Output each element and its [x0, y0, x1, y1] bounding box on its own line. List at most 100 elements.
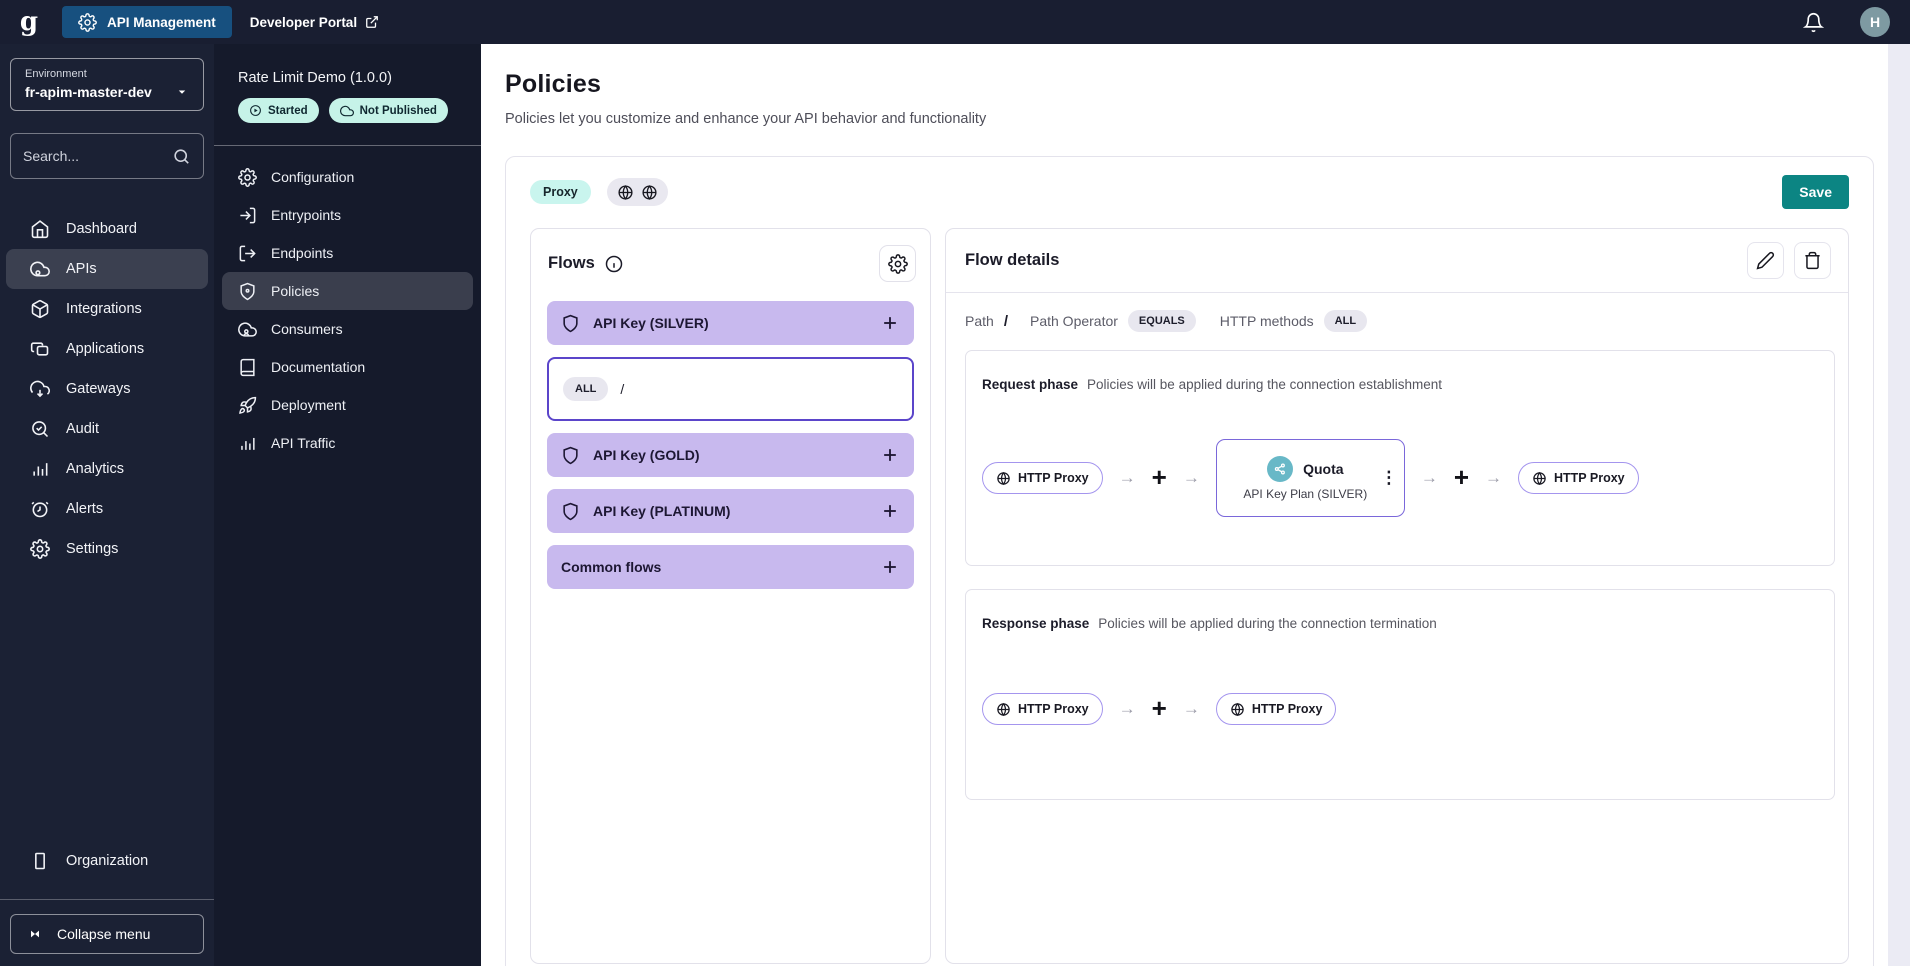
flow-path: /	[620, 381, 625, 397]
path-operator-chip: EQUALS	[1127, 310, 1196, 332]
api-management-label: API Management	[107, 14, 216, 30]
add-policy-button[interactable]: +	[1152, 695, 1167, 724]
flow-group-label: Common flows	[561, 559, 662, 575]
api-nav-label: API Traffic	[271, 435, 336, 451]
flow-group-label: API Key (PLATINUM)	[593, 503, 731, 519]
developer-portal-label: Developer Portal	[249, 14, 358, 30]
gravitee-logo-icon[interactable]: g	[14, 9, 44, 35]
sidebar-item-dashboard[interactable]: Dashboard	[6, 209, 208, 249]
api-nav-label: Endpoints	[271, 245, 334, 261]
arrow-right-icon: →	[1118, 699, 1136, 718]
search-box[interactable]	[10, 133, 204, 179]
api-nav-policies[interactable]: Policies	[222, 272, 473, 310]
sidebar-item-label: Alerts	[66, 501, 104, 517]
flow-group-label: API Key (GOLD)	[593, 447, 700, 463]
environment-label: Environment	[25, 68, 87, 80]
arrow-right-icon: →	[1182, 699, 1200, 718]
flow-group-silver[interactable]: API Key (SILVER)	[547, 301, 914, 345]
flow-group-label: API Key (SILVER)	[593, 315, 709, 331]
policy-name: Quota	[1303, 460, 1344, 477]
sidebar-item-label: APIs	[66, 261, 97, 277]
policy-studio-card: Proxy Save Flows API Key (SILVER) ALL / …	[505, 156, 1874, 966]
user-avatar[interactable]: H	[1860, 7, 1890, 37]
api-nav-endpoints[interactable]: Endpoints	[222, 234, 473, 272]
plus-icon[interactable]	[880, 557, 900, 577]
api-sidebar-divider	[214, 145, 481, 146]
shield-icon	[561, 446, 580, 465]
collapse-icon	[27, 926, 43, 942]
api-nav-documentation[interactable]: Documentation	[222, 348, 473, 386]
flows-settings-button[interactable]	[879, 245, 916, 282]
flow-group-gold[interactable]: API Key (GOLD)	[547, 433, 914, 477]
quota-policy-card[interactable]: Quota API Key Plan (SILVER) ⋮	[1215, 439, 1405, 517]
request-phase-title: Request phase	[982, 377, 1079, 392]
api-nav-label: Policies	[271, 283, 320, 299]
notifications-button[interactable]	[1803, 12, 1824, 33]
sidebar-item-applications[interactable]: Applications	[6, 329, 208, 369]
alarm-clock-icon	[30, 499, 50, 519]
sidebar-item-alerts[interactable]: Alerts	[6, 489, 208, 529]
sidebar-item-gateways[interactable]: Gateways	[6, 369, 208, 409]
flow-details-title: Flow details	[965, 251, 1060, 269]
cloud-download-icon	[30, 379, 50, 399]
plus-icon[interactable]	[880, 445, 900, 465]
api-nav-configuration[interactable]: Configuration	[222, 158, 473, 196]
scrollbar[interactable]	[1888, 44, 1910, 966]
plus-icon[interactable]	[880, 501, 900, 521]
flow-group-platinum[interactable]: API Key (PLATINUM)	[547, 489, 914, 533]
flow-group-common[interactable]: Common flows	[547, 545, 914, 589]
http-proxy-connector[interactable]: HTTP Proxy	[1518, 462, 1639, 494]
gear-icon	[30, 539, 50, 559]
search-icon	[172, 147, 191, 166]
api-nav-consumers[interactable]: Consumers	[222, 310, 473, 348]
sidebar-item-apis[interactable]: APIs	[6, 249, 208, 289]
status-badge-not-published: Not Published	[328, 98, 448, 123]
kebab-menu-icon[interactable]: ⋮	[1380, 469, 1398, 487]
http-proxy-connector[interactable]: HTTP Proxy	[1215, 693, 1337, 725]
http-proxy-connector[interactable]: HTTP Proxy	[982, 462, 1103, 494]
sidebar-item-label: Integrations	[66, 301, 142, 317]
sidebar-item-settings[interactable]: Settings	[6, 529, 208, 569]
api-nav-label: Configuration	[271, 169, 355, 185]
collapse-menu-button[interactable]: Collapse menu	[10, 914, 204, 954]
api-nav-api-traffic[interactable]: API Traffic	[222, 424, 473, 462]
delete-flow-button[interactable]	[1794, 242, 1831, 279]
sidebar-item-label: Analytics	[66, 461, 125, 477]
http-proxy-connector[interactable]: HTTP Proxy	[982, 693, 1103, 725]
add-policy-button[interactable]: +	[1454, 464, 1469, 493]
globe-icon[interactable]	[617, 184, 634, 201]
selected-flow[interactable]: ALL /	[547, 357, 914, 421]
globe-icon	[996, 702, 1011, 717]
api-nav-label: Documentation	[271, 359, 366, 375]
path-label: Path	[965, 313, 994, 329]
developer-portal-link[interactable]: Developer Portal	[250, 15, 379, 30]
sidebar-item-integrations[interactable]: Integrations	[6, 289, 208, 329]
quota-policy-icon	[1267, 455, 1294, 482]
plus-icon[interactable]	[880, 313, 900, 333]
path-operator-label: Path Operator	[1029, 313, 1118, 329]
search-input[interactable]	[23, 148, 164, 164]
add-policy-button[interactable]: +	[1152, 464, 1167, 493]
flow-method-chip: ALL	[563, 377, 609, 401]
top-bar: g API Management Developer Portal H	[0, 0, 1910, 44]
api-management-button[interactable]: API Management	[62, 6, 232, 38]
environment-selector[interactable]: Environment fr-apim-master-dev	[10, 58, 204, 111]
sidebar-item-audit[interactable]: Audit	[6, 409, 208, 449]
environment-value: fr-apim-master-dev	[25, 84, 152, 100]
globe-icon[interactable]	[641, 184, 658, 201]
sidebar-item-organization[interactable]: Organization	[6, 841, 208, 881]
sidebar-item-analytics[interactable]: Analytics	[6, 449, 208, 489]
api-nav-deployment[interactable]: Deployment	[222, 386, 473, 424]
api-nav-label: Consumers	[271, 321, 343, 337]
api-nav-entrypoints[interactable]: Entrypoints	[222, 196, 473, 234]
external-link-icon	[365, 15, 379, 29]
connector-label: HTTP Proxy	[1018, 702, 1089, 716]
main-content: Policies Policies let you customize and …	[481, 44, 1910, 966]
save-button[interactable]: Save	[1782, 175, 1849, 209]
info-icon[interactable]	[604, 254, 624, 274]
cube-icon	[30, 299, 50, 319]
response-phase-title: Response phase	[982, 616, 1090, 631]
rocket-icon	[238, 396, 257, 415]
proxy-tab[interactable]: Proxy	[530, 180, 591, 204]
edit-flow-button[interactable]	[1747, 242, 1784, 279]
